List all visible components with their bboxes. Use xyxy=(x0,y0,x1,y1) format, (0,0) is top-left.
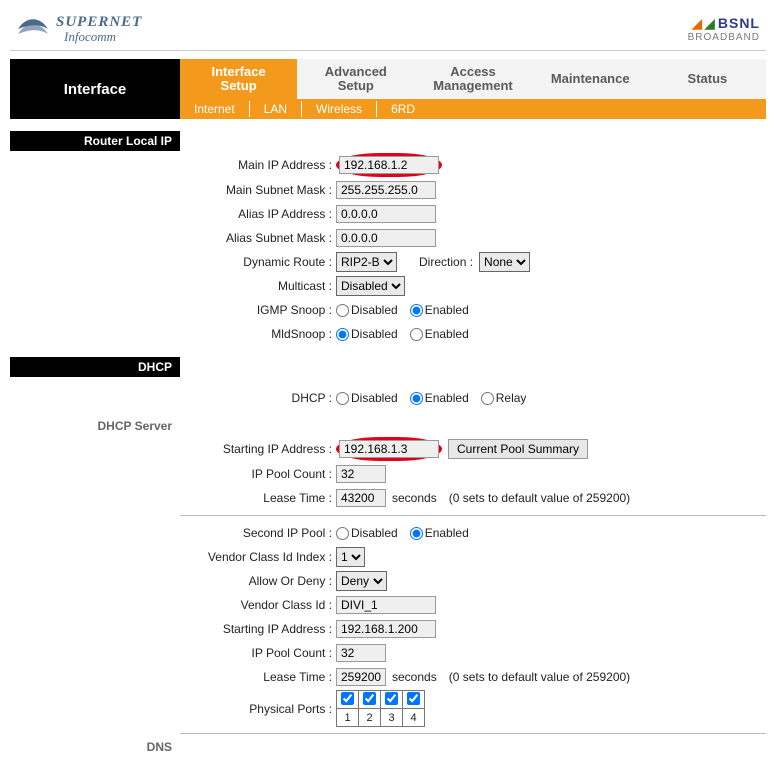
label-main-subnet: Main Subnet Mask : xyxy=(180,183,336,197)
second-pool-enabled-label: Enabled xyxy=(425,526,469,540)
label-alias-ip: Alias IP Address : xyxy=(180,207,336,221)
second-pool-enabled-radio[interactable] xyxy=(410,527,423,540)
tab-status[interactable]: Status xyxy=(649,59,766,99)
highlight-circle-icon xyxy=(336,437,442,461)
isp-logo: ◢◢BSNL BROADBAND xyxy=(688,15,760,43)
multicast-select[interactable]: Disabled xyxy=(336,276,405,296)
second-pool-disabled-label: Disabled xyxy=(351,526,398,540)
vendor-index-select[interactable]: 1 xyxy=(336,547,365,567)
igmp-disabled-label: Disabled xyxy=(351,303,398,317)
label-dynamic-route: Dynamic Route : xyxy=(180,255,336,269)
vendor-class-id-input[interactable] xyxy=(336,596,436,614)
label-lease-time-2: Lease Time : xyxy=(180,670,336,684)
label-igmp-snoop: IGMP Snoop : xyxy=(180,303,336,317)
port-3-label: 3 xyxy=(381,709,403,727)
label-direction: Direction : xyxy=(419,255,473,269)
flag-dot2-icon: ◢ xyxy=(704,15,716,31)
tab-advanced-setup[interactable]: Advanced Setup xyxy=(297,59,414,99)
label-physical-ports: Physical Ports : xyxy=(180,702,336,716)
label-dhcp-mode: DHCP : xyxy=(180,391,336,405)
brand-bsnl: BSNL xyxy=(718,15,760,31)
igmp-disabled-radio[interactable] xyxy=(336,304,349,317)
lease-time-note: (0 sets to default value of 259200) xyxy=(449,491,630,505)
label-second-ip-pool: Second IP Pool : xyxy=(180,526,336,540)
dhcp-disabled-radio[interactable] xyxy=(336,392,349,405)
subtab-6rd[interactable]: 6RD xyxy=(377,102,429,116)
dhcp-enabled-label: Enabled xyxy=(425,391,469,405)
mld-disabled-radio[interactable] xyxy=(336,328,349,341)
section-router-local-ip: Router Local IP xyxy=(10,131,180,151)
sub-section-dns: DNS xyxy=(10,740,180,754)
port-4-label: 4 xyxy=(403,709,425,727)
divider-line-icon xyxy=(180,733,766,734)
section-dhcp: DHCP xyxy=(10,357,180,377)
port-2-checkbox[interactable] xyxy=(363,692,376,705)
alias-subnet-input[interactable] xyxy=(336,229,436,247)
physical-ports-table: 1 2 3 4 xyxy=(336,690,425,727)
tab-interface-setup[interactable]: Interface Setup xyxy=(180,59,297,99)
main-nav: Interface Interface Setup Advanced Setup… xyxy=(10,59,766,119)
label-lease-time: Lease Time : xyxy=(180,491,336,505)
label-vendor-class-id: Vendor Class Id : xyxy=(180,598,336,612)
label-seconds-2: seconds xyxy=(392,670,437,684)
lease-time-2-input[interactable] xyxy=(336,668,386,686)
supernet-swoosh-icon xyxy=(16,14,50,44)
dhcp-enabled-radio[interactable] xyxy=(410,392,423,405)
igmp-enabled-radio[interactable] xyxy=(410,304,423,317)
port-3-checkbox[interactable] xyxy=(385,692,398,705)
tab-maintenance[interactable]: Maintenance xyxy=(532,59,649,99)
brand-supernet: SUPERNET xyxy=(56,15,142,30)
mld-disabled-label: Disabled xyxy=(351,327,398,341)
label-allow-deny: Allow Or Deny : xyxy=(180,574,336,588)
starting-ip-2-input[interactable] xyxy=(336,620,436,638)
flag-dot-icon: ◢ xyxy=(691,15,703,31)
dynamic-route-select[interactable]: RIP2-B xyxy=(336,252,397,272)
label-starting-ip-2: Starting IP Address : xyxy=(180,622,336,636)
port-4-checkbox[interactable] xyxy=(407,692,420,705)
mld-enabled-radio[interactable] xyxy=(410,328,423,341)
port-1-checkbox[interactable] xyxy=(341,692,354,705)
page-header: SUPERNET Infocomm ◢◢BSNL BROADBAND xyxy=(10,10,766,51)
brand-infocomm: Infocomm xyxy=(64,30,142,43)
ip-pool-count-input[interactable] xyxy=(336,465,386,483)
brand-broadband: BROADBAND xyxy=(688,32,760,43)
ip-pool-count-2-input[interactable] xyxy=(336,644,386,662)
dhcp-relay-radio[interactable] xyxy=(481,392,494,405)
dhcp-relay-label: Relay xyxy=(496,391,527,405)
label-multicast: Multicast : xyxy=(180,279,336,293)
lease-time-2-note: (0 sets to default value of 259200) xyxy=(449,670,630,684)
port-2-label: 2 xyxy=(359,709,381,727)
port-1-label: 1 xyxy=(337,709,359,727)
mld-enabled-label: Enabled xyxy=(425,327,469,341)
igmp-enabled-label: Enabled xyxy=(425,303,469,317)
divider-line-icon xyxy=(180,515,766,516)
label-starting-ip: Starting IP Address : xyxy=(180,442,336,456)
starting-ip-input[interactable] xyxy=(339,440,439,458)
label-ip-pool-count-2: IP Pool Count : xyxy=(180,646,336,660)
nav-title: Interface xyxy=(10,59,180,119)
tab-access-management[interactable]: Access Management xyxy=(414,59,531,99)
label-alias-subnet: Alias Subnet Mask : xyxy=(180,231,336,245)
second-pool-disabled-radio[interactable] xyxy=(336,527,349,540)
label-vendor-idx: Vendor Class Id Index : xyxy=(180,550,336,564)
subtab-lan[interactable]: LAN xyxy=(250,102,301,116)
dhcp-disabled-label: Disabled xyxy=(351,391,398,405)
subtab-wireless[interactable]: Wireless xyxy=(302,102,376,116)
lease-time-input[interactable] xyxy=(336,489,386,507)
direction-select[interactable]: None xyxy=(479,252,530,272)
label-main-ip: Main IP Address : xyxy=(180,158,336,172)
alias-ip-input[interactable] xyxy=(336,205,436,223)
sub-section-dhcp-server: DHCP Server xyxy=(10,419,180,433)
vendor-logo: SUPERNET Infocomm xyxy=(16,14,142,44)
subtab-internet[interactable]: Internet xyxy=(180,102,249,116)
highlight-circle-icon xyxy=(336,153,442,177)
label-mld-snoop: MldSnoop : xyxy=(180,327,336,341)
label-ip-pool-count: IP Pool Count : xyxy=(180,467,336,481)
label-seconds: seconds xyxy=(392,491,437,505)
allow-deny-select[interactable]: Deny xyxy=(336,571,387,591)
current-pool-summary-button[interactable]: Current Pool Summary xyxy=(448,439,588,459)
main-ip-input[interactable] xyxy=(339,156,439,174)
main-subnet-input[interactable] xyxy=(336,181,436,199)
